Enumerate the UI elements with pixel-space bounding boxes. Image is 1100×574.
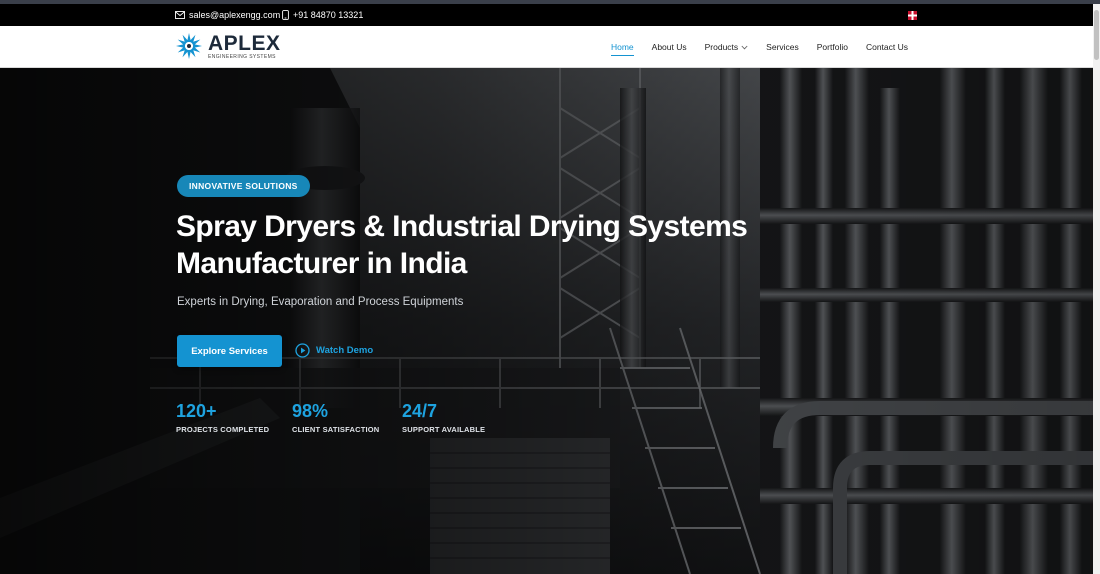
nav-services-label: Services — [766, 42, 799, 52]
main-navbar: APLEX ENGINEERING SYSTEMS Home About Us … — [0, 26, 1093, 68]
hero-badge: INNOVATIVE SOLUTIONS — [177, 175, 310, 197]
stat-label: PROJECTS COMPLETED — [176, 425, 270, 434]
stat-satisfaction: 98% CLIENT SATISFACTION — [292, 401, 402, 434]
contact-bar: sales@aplexengg.com +91 84870 13321 — [0, 4, 1093, 26]
nav-products-label: Products — [704, 42, 739, 52]
hero-overlay — [0, 68, 1093, 574]
nav-contact-us-label: Contact Us — [865, 42, 908, 52]
contact-phone-text: +91 84870 13321 — [293, 10, 364, 20]
contact-email[interactable]: sales@aplexengg.com — [175, 10, 280, 20]
nav-products[interactable]: Products — [696, 26, 758, 68]
nav-about-us-label: About Us — [651, 42, 687, 52]
nav-portfolio[interactable]: Portfolio — [808, 26, 857, 68]
stat-value: 98% — [292, 401, 329, 421]
hero-section: INNOVATIVE SOLUTIONS Spray Dryers & Indu… — [0, 68, 1093, 574]
mail-icon — [175, 11, 185, 19]
stat-support: 24/7 SUPPORT AVAILABLE — [402, 401, 512, 434]
logo-starburst-icon — [176, 33, 202, 59]
nav-home[interactable]: Home — [602, 26, 643, 68]
play-circle-icon — [295, 343, 310, 358]
brand-tagline: ENGINEERING SYSTEMS — [208, 53, 276, 60]
nav-contact-us[interactable]: Contact Us — [857, 26, 917, 68]
nav-about-us[interactable]: About Us — [643, 26, 696, 68]
nav-portfolio-label: Portfolio — [816, 42, 848, 52]
brand-text: APLEX ENGINEERING SYSTEMS — [208, 33, 281, 60]
primary-nav: Home About Us Products Services Portfoli… — [602, 26, 917, 68]
page-scrollbar[interactable] — [1093, 4, 1100, 574]
contact-email-text: sales@aplexengg.com — [189, 10, 281, 20]
chevron-down-icon — [741, 45, 748, 49]
watch-demo-button[interactable]: Watch Demo — [295, 343, 373, 358]
hero-title: Spray Dryers & Industrial Drying Systems… — [176, 208, 796, 282]
page: sales@aplexengg.com +91 84870 13321 APLE… — [0, 0, 1100, 574]
nav-home-label: Home — [610, 42, 634, 52]
scrollbar-thumb[interactable] — [1094, 10, 1099, 60]
stat-projects: 120+ PROJECTS COMPLETED — [176, 401, 292, 434]
brand-name: APLEX — [208, 31, 281, 55]
stat-value: 120+ — [176, 401, 217, 421]
explore-services-button[interactable]: Explore Services — [177, 335, 282, 367]
hero-subtitle: Experts in Drying, Evaporation and Proce… — [177, 296, 464, 308]
phone-icon — [282, 10, 289, 20]
contact-phone[interactable]: +91 84870 13321 — [282, 10, 363, 20]
stats-row: 120+ PROJECTS COMPLETED 98% CLIENT SATIS… — [176, 401, 512, 434]
watch-demo-label: Watch Demo — [316, 345, 374, 356]
hero-title-line1: Spray Dryers & Industrial Drying Systems — [176, 210, 748, 243]
nav-services[interactable]: Services — [757, 26, 808, 68]
stat-label: SUPPORT AVAILABLE — [402, 425, 486, 434]
hero-title-line2: Manufacturer in India — [176, 247, 467, 280]
brand-logo[interactable]: APLEX ENGINEERING SYSTEMS — [175, 32, 281, 60]
stat-value: 24/7 — [402, 401, 438, 421]
flag-icon[interactable] — [907, 10, 918, 21]
stat-label: CLIENT SATISFACTION — [292, 425, 380, 434]
